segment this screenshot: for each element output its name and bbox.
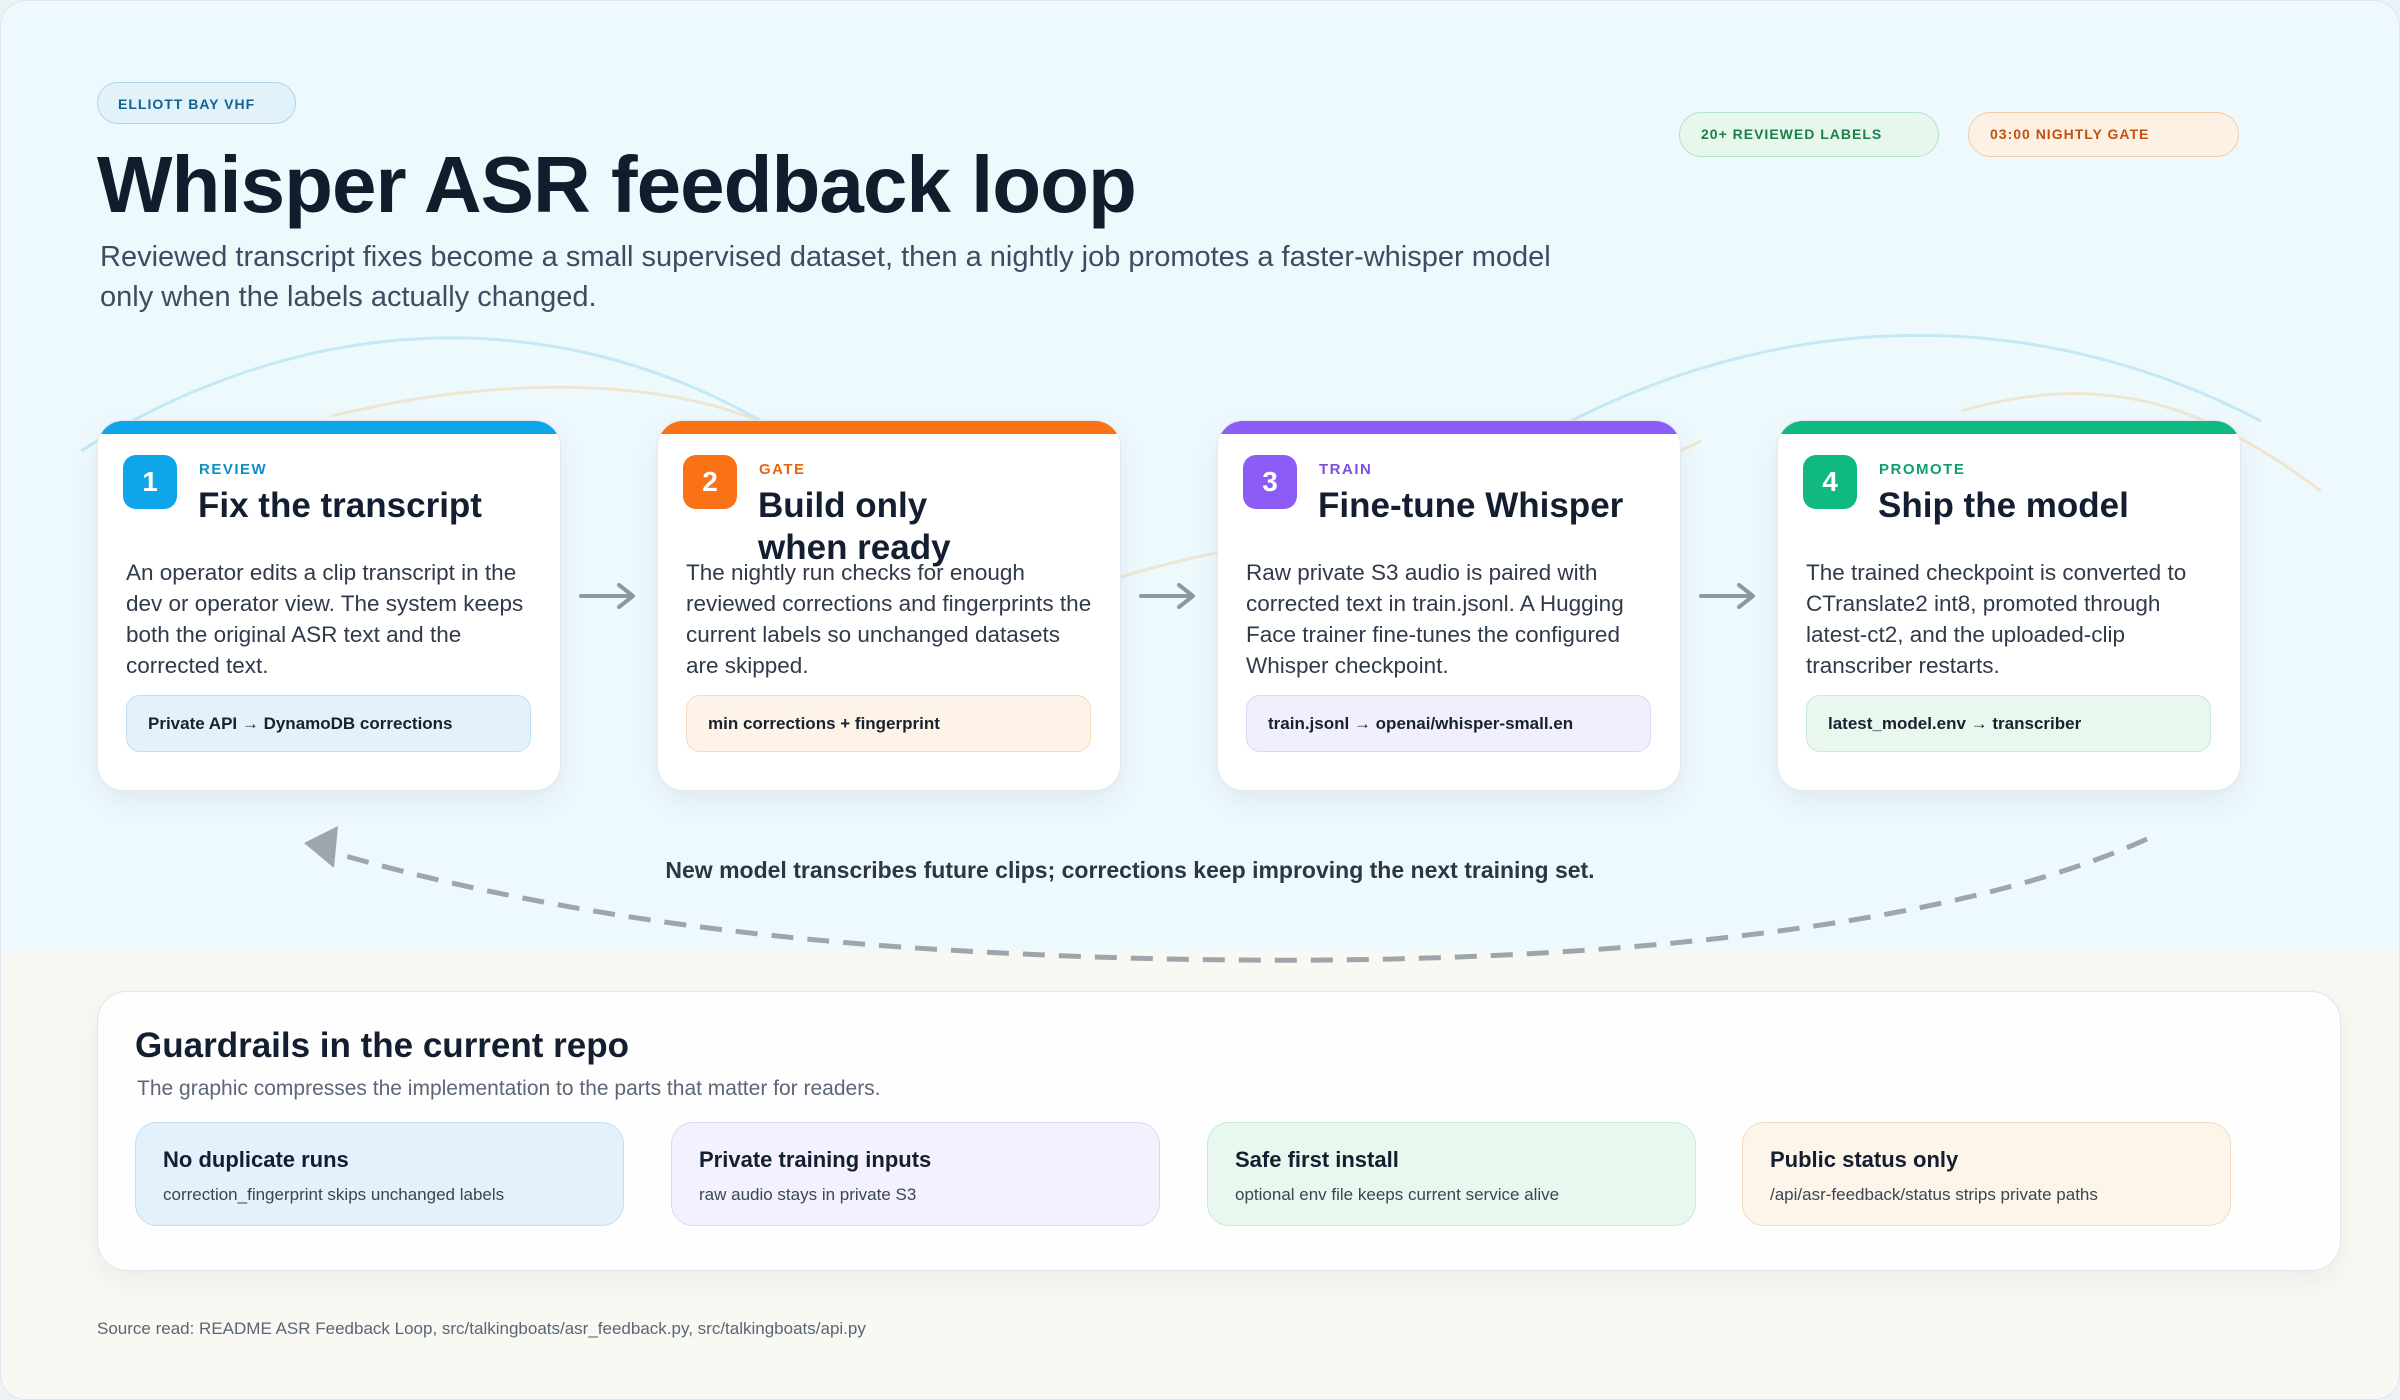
step-number-badge: 1 (123, 455, 177, 509)
card-accent-bar (658, 421, 1120, 434)
guardrails-title: Guardrails in the current repo (135, 1026, 629, 1065)
flow-arrow-icon (579, 583, 635, 609)
step-chip: min corrections + fingerprint (686, 695, 1091, 752)
step-card-promote: 4 PROMOTE Ship the model The trained che… (1777, 420, 2241, 791)
guardrail-card: Private training inputs raw audio stays … (671, 1122, 1160, 1226)
guardrail-title: Public status only (1770, 1147, 1959, 1172)
infographic-canvas: ELLIOTT BAY VHF 20+ REVIEWED LABELS 03:0… (0, 0, 2400, 1400)
step-kicker: REVIEW (199, 461, 268, 478)
guardrail-title: No duplicate runs (163, 1147, 349, 1172)
step-title: Fix the transcript (198, 486, 482, 525)
project-badge: ELLIOTT BAY VHF (97, 82, 297, 124)
step-chip: Private API → DynamoDB corrections (126, 695, 531, 752)
card-accent-bar (1218, 421, 1680, 434)
step-title: Ship the model (1878, 486, 2129, 525)
step-number-badge: 3 (1243, 455, 1297, 509)
guardrail-description: correction_fingerprint skips unchanged l… (163, 1185, 505, 1204)
step-chip: latest_model.env → transcriber (1806, 695, 2211, 752)
card-accent-bar (98, 421, 560, 434)
source-note: Source read: README ASR Feedback Loop, s… (97, 1319, 866, 1338)
flow-arrow-icon (1139, 583, 1195, 609)
guardrail-description: /api/asr-feedback/status strips private … (1770, 1185, 2098, 1204)
step-kicker: TRAIN (1319, 461, 1373, 478)
step-title: Fine-tune Whisper (1318, 486, 1624, 525)
card-accent-bar (1778, 421, 2240, 434)
page-subtitle: Reviewed transcript fixes become a small… (100, 241, 1551, 313)
nightly-gate-pill: 03:00 NIGHTLY GATE (1968, 112, 2239, 157)
step-kicker: GATE (759, 461, 806, 478)
guardrail-title: Private training inputs (699, 1147, 932, 1172)
step-card-review: 1 REVIEW Fix the transcript An operator … (97, 420, 561, 791)
reviewed-labels-pill: 20+ REVIEWED LABELS (1679, 112, 1939, 157)
step-description: The trained checkpoint is converted to C… (1806, 560, 2187, 678)
guardrails-panel: Guardrails in the current repo The graph… (97, 991, 2341, 1271)
guardrail-card: Safe first install optional env file kee… (1207, 1122, 1696, 1226)
guardrail-title: Safe first install (1235, 1147, 1399, 1172)
step-card-gate: 2 GATE Build only when ready The nightly… (657, 420, 1121, 791)
guardrails-subtitle: The graphic compresses the implementatio… (137, 1077, 881, 1100)
step-chip: train.jsonl → openai/whisper-small.en (1246, 695, 1651, 752)
step-description: The nightly run checks for enough review… (686, 560, 1092, 678)
guardrail-description: raw audio stays in private S3 (699, 1185, 917, 1204)
page-title: Whisper ASR feedback loop (97, 140, 1137, 229)
guardrail-description: optional env file keeps current service … (1235, 1185, 1560, 1204)
step-kicker: PROMOTE (1879, 461, 1966, 478)
step-description: An operator edits a clip transcript in t… (126, 560, 524, 678)
feedback-loop-caption: New model transcribes future clips; corr… (665, 857, 1595, 883)
flow-arrow-icon (1699, 583, 1755, 609)
step-number-badge: 4 (1803, 455, 1857, 509)
guardrail-card: Public status only /api/asr-feedback/sta… (1742, 1122, 2231, 1226)
step-description: Raw private S3 audio is paired with corr… (1246, 560, 1624, 678)
guardrail-card: No duplicate runs correction_fingerprint… (135, 1122, 624, 1226)
step-number-badge: 2 (683, 455, 737, 509)
step-card-train: 3 TRAIN Fine-tune Whisper Raw private S3… (1217, 420, 1681, 791)
